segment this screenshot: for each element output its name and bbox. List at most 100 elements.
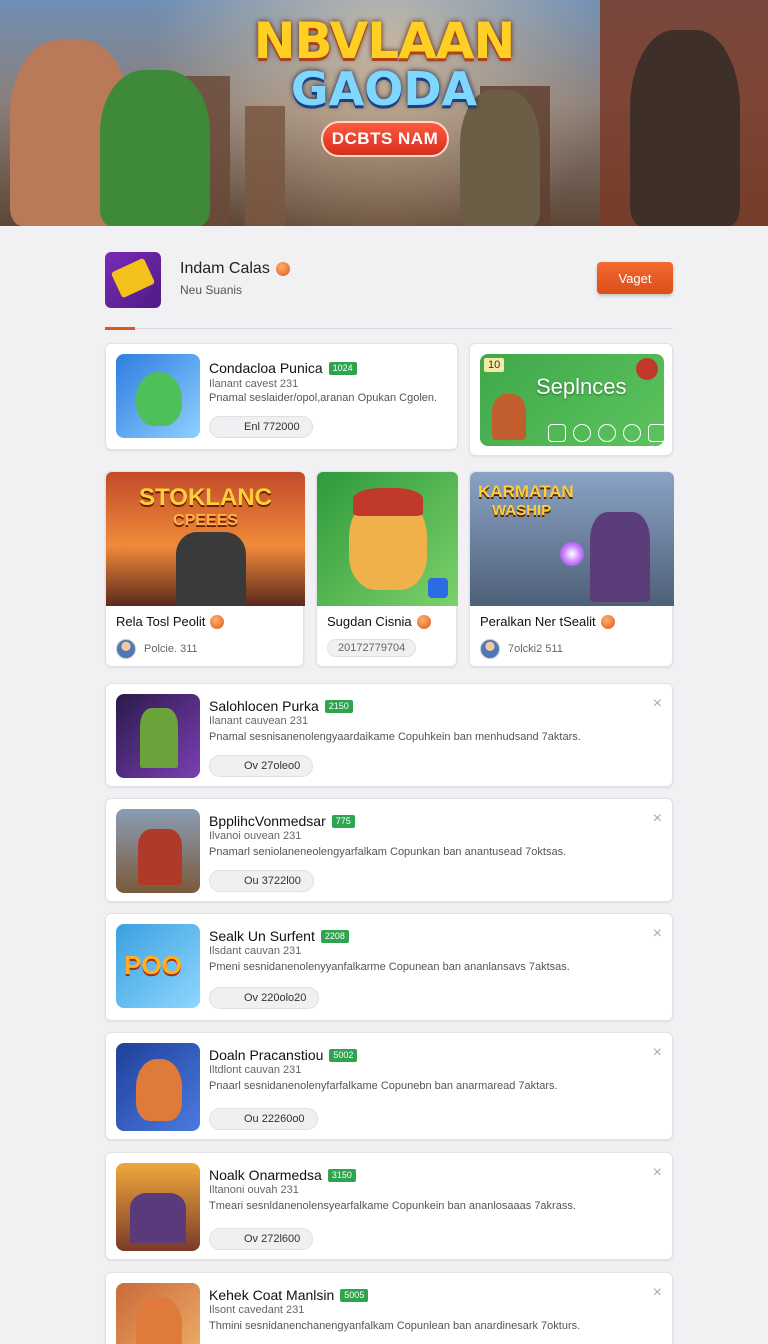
list-item-thumbnail[interactable]: POO xyxy=(116,924,200,1008)
grid-tile-art[interactable] xyxy=(317,472,458,606)
list-item[interactable]: Salohlocen Purka 2150 Ilanant cauvean 23… xyxy=(105,683,673,787)
list-item-pill[interactable]: Ou 3722l00 xyxy=(209,870,314,892)
grid-tile-art-subtitle: CPEEES xyxy=(173,512,238,529)
grid-tile-meta-text: Polcie. 311 xyxy=(144,643,198,655)
list-item-title: Sealk Un Surfent xyxy=(209,928,315,944)
grid-tile[interactable]: Sugdan Cisnia 20172779704 xyxy=(316,471,458,667)
profile-subtitle: Neu Suanis xyxy=(180,283,243,297)
list-item[interactable]: POO Sealk Un Surfent 2208 Ilsdant cauvan… xyxy=(105,913,673,1021)
list-item-meta: Iltanoni ouvah 231 xyxy=(209,1184,299,1196)
list-item-badge: 2150 xyxy=(324,699,353,713)
grid-tile[interactable]: STOKLANC CPEEES Rela Tosl Peolit Polcie.… xyxy=(105,471,305,667)
featured-title-row: Condacloa Punica 1024 xyxy=(209,360,357,376)
grid-tile[interactable]: KARMATAN WASHIP Peralkan Ner tSealit 7ol… xyxy=(469,471,674,667)
featured-pill[interactable]: Enl 772000 xyxy=(209,416,313,438)
list-item-title: Noalk Onarmedsa xyxy=(209,1167,322,1183)
grid-tile-meta-text: 7olcki2 511 xyxy=(508,643,563,655)
control-icon[interactable] xyxy=(598,424,616,442)
close-icon[interactable]: × xyxy=(653,1285,662,1301)
list-item[interactable]: Noalk Onarmedsa 3150 Iltanoni ouvah 231 … xyxy=(105,1152,673,1260)
close-icon[interactable]: × xyxy=(653,811,662,827)
list-item[interactable]: BpplihcVonmedsar 775 Ilvanoi ouvean 231 … xyxy=(105,798,673,902)
list-item-desc: Pnamarl seniolaneneolengyarfalkam Copunk… xyxy=(209,846,567,858)
grid-tile-meta: 20172779704 xyxy=(327,639,417,657)
list-item-pill[interactable]: Ou 22260o0 xyxy=(209,1108,318,1130)
list-item-pill[interactable]: Ov 27oleo0 xyxy=(209,755,314,777)
profile-logo[interactable] xyxy=(105,252,161,308)
grid-tile-title: Peralkan Ner tSealit xyxy=(480,614,615,629)
divider xyxy=(105,328,673,329)
list-item-badge: 3150 xyxy=(327,1168,356,1182)
promo-card[interactable]: 10 Seplnces xyxy=(469,343,673,456)
list-item-badge: 2208 xyxy=(320,929,349,943)
list-item-thumbnail[interactable] xyxy=(116,1283,200,1344)
fox-hat xyxy=(353,488,423,516)
promo-character xyxy=(492,394,526,440)
grid-tile-art[interactable]: KARMATAN WASHIP xyxy=(470,472,674,606)
grid-tile-art[interactable]: STOKLANC CPEEES xyxy=(106,472,305,606)
control-icon[interactable] xyxy=(573,424,591,442)
promo-ball-icon xyxy=(636,358,658,380)
list-item-title: BpplihcVonmedsar xyxy=(209,813,326,829)
list-item-title: Salohlocen Purka xyxy=(209,698,319,714)
coin-icon xyxy=(416,614,431,629)
promo-controls xyxy=(548,424,664,442)
featured-desc: Pnamal seslaider/opol,aranan Opukan Cgol… xyxy=(209,392,438,404)
list-item-pill[interactable]: Ov 220olo20 xyxy=(209,987,320,1009)
app-badge-icon xyxy=(428,578,448,598)
promo-label: Seplnces xyxy=(536,374,627,399)
close-icon[interactable]: × xyxy=(653,696,662,712)
list-item-thumbnail[interactable] xyxy=(116,1163,200,1251)
list-item-pill[interactable]: Ov 272l600 xyxy=(209,1228,314,1250)
list-item-figure xyxy=(130,1193,186,1243)
grid-tile-meta: Polcie. 311 xyxy=(116,639,198,659)
hero-title-line2: GAODA xyxy=(290,62,478,116)
grid-tile-meta: 7olcki2 511 xyxy=(480,639,563,659)
grid-tile-art-title: KARMATAN xyxy=(478,482,574,501)
grid-tile-title: Sugdan Cisnia xyxy=(327,614,431,629)
featured-card[interactable]: Condacloa Punica 1024 Ilanant cavest 231… xyxy=(105,343,458,450)
list-item[interactable]: Kehek Coat Manlsin 5005 Ilsont cavedant … xyxy=(105,1272,673,1344)
list-item[interactable]: Doaln Pracanstiou 5002 Iltdlont cauvan 2… xyxy=(105,1032,673,1140)
grid-tile-title-text: Rela Tosl Peolit xyxy=(116,614,206,629)
close-icon[interactable]: × xyxy=(653,1045,662,1061)
list-item-thumbnail[interactable] xyxy=(116,1043,200,1131)
hero-building xyxy=(245,106,285,226)
profile-header: Indam Calas Neu Suanis Vaget xyxy=(105,250,673,320)
list-item-thumbnail[interactable] xyxy=(116,694,200,778)
list-item-meta: Ilvanoi ouvean 231 xyxy=(209,830,302,842)
list-item-art-text: POO xyxy=(124,950,182,980)
list-item-title: Kehek Coat Manlsin xyxy=(209,1287,335,1303)
grid-tile-title-text: Peralkan Ner tSealit xyxy=(480,614,596,629)
profile-action-button[interactable]: Vaget xyxy=(597,262,673,294)
magic-glow xyxy=(560,542,584,566)
featured-title: Condacloa Punica xyxy=(209,360,323,376)
list-item-badge: 5002 xyxy=(329,1048,358,1062)
control-icon[interactable] xyxy=(548,424,566,442)
list-item-figure xyxy=(136,1297,182,1344)
list-item-title-row: Kehek Coat Manlsin 5005 xyxy=(209,1287,369,1303)
coin-icon xyxy=(275,262,290,276)
close-icon[interactable]: × xyxy=(653,1165,662,1181)
grid-tile-title: Rela Tosl Peolit xyxy=(116,614,225,629)
featured-thumbnail[interactable] xyxy=(116,354,200,438)
list-item-meta: Iltdlont cauvan 231 xyxy=(209,1064,302,1076)
profile-name: Indam Calas xyxy=(180,260,290,278)
promo-banner[interactable]: 10 Seplnces xyxy=(480,354,664,446)
profile-name-text: Indam Calas xyxy=(180,260,270,277)
close-icon[interactable]: × xyxy=(653,926,662,942)
control-icon[interactable] xyxy=(623,424,641,442)
list-item-figure xyxy=(138,829,182,885)
hero-cta-button[interactable]: DCBTS NAM xyxy=(321,121,449,157)
list-item-desc: Pmeni sesnidanenolenyyanfalkarme Copunea… xyxy=(209,961,570,973)
list-item-title-row: Noalk Onarmedsa 3150 xyxy=(209,1167,356,1183)
list-item-figure xyxy=(140,708,178,768)
list-item-figure xyxy=(136,1059,182,1121)
promo-corner-tag: 10 xyxy=(484,358,505,372)
list-item-thumbnail[interactable] xyxy=(116,809,200,893)
list-item-title-row: Doaln Pracanstiou 5002 xyxy=(209,1047,358,1063)
control-icon[interactable] xyxy=(648,424,664,442)
list-item-title: Doaln Pracanstiou xyxy=(209,1047,324,1063)
list-item-meta: Ilanant cauvean 231 xyxy=(209,715,309,727)
grid-tile-figure xyxy=(176,532,246,606)
